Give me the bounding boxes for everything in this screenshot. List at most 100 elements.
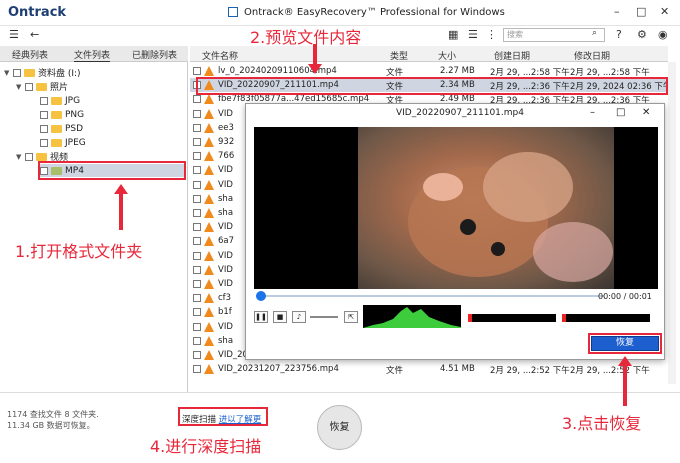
tree-item-jpeg[interactable]: JPEG bbox=[40, 136, 86, 149]
row-checkbox[interactable] bbox=[193, 308, 201, 317]
list-view-icon[interactable]: ☰ bbox=[468, 28, 478, 41]
detail-view-icon[interactable]: ⋮ bbox=[486, 28, 497, 41]
video-player[interactable] bbox=[254, 127, 658, 289]
row-checkbox[interactable] bbox=[193, 67, 201, 75]
search-input[interactable]: 搜索 bbox=[503, 28, 605, 42]
col-size[interactable]: 大小 bbox=[438, 49, 456, 62]
minimize-icon[interactable]: – bbox=[590, 107, 595, 118]
title-bar: Ontrack Ontrack® EasyRecovery™ Professio… bbox=[0, 0, 680, 26]
row-checkbox[interactable] bbox=[193, 336, 201, 345]
col-type[interactable]: 类型 bbox=[390, 49, 408, 62]
highlight-mp4-folder bbox=[38, 161, 186, 180]
stop-icon[interactable]: ■ bbox=[273, 311, 287, 323]
video-file-icon bbox=[204, 151, 214, 162]
arrowhead-step-3 bbox=[618, 356, 632, 366]
col-created[interactable]: 创建日期 bbox=[494, 49, 530, 62]
help-icon[interactable]: ? bbox=[616, 28, 622, 41]
row-checkbox[interactable] bbox=[193, 138, 201, 146]
tree-item-png[interactable]: PNG bbox=[40, 108, 84, 121]
highlight-deep-scan bbox=[178, 407, 268, 426]
video-file-icon bbox=[204, 350, 214, 360]
row-checkbox[interactable] bbox=[193, 280, 201, 288]
expand-icon[interactable]: ▼ bbox=[4, 69, 13, 77]
expand-icon[interactable]: ▼ bbox=[16, 83, 25, 91]
table-row[interactable]: lv_0_20240209110604.mp4 文件 2.27 MB 2月 29, .… bbox=[190, 64, 668, 78]
checkbox[interactable] bbox=[13, 68, 21, 77]
close-icon[interactable]: ✕ bbox=[660, 5, 669, 18]
annotation-step-2: 2.预览文件内容 bbox=[250, 28, 362, 47]
row-checkbox[interactable] bbox=[193, 322, 201, 331]
audio-spectrum bbox=[363, 305, 461, 328]
video-file-icon bbox=[204, 179, 214, 190]
volume-icon[interactable]: ♪ bbox=[292, 311, 306, 323]
video-file-icon bbox=[204, 335, 214, 346]
checkbox[interactable] bbox=[40, 96, 48, 105]
tree-item-drive[interactable]: ▼ 资料盘 (I:) bbox=[4, 66, 81, 79]
cell-type: 文件 bbox=[386, 366, 404, 377]
close-icon[interactable]: ✕ bbox=[642, 107, 650, 118]
row-checkbox[interactable] bbox=[193, 265, 201, 274]
expand-icon[interactable]: ▼ bbox=[16, 153, 25, 161]
grid-scrollbar[interactable] bbox=[668, 62, 676, 384]
folder-icon bbox=[36, 82, 47, 91]
checkbox[interactable] bbox=[40, 110, 48, 119]
grid-view-icon[interactable]: ▦ bbox=[448, 28, 458, 41]
folder-tree: ▼ 资料盘 (I:) ▼ 照片 JPG PNG PSD JPEG ▼ 视频 MP4 bbox=[0, 62, 188, 392]
tree-item-jpg[interactable]: JPG bbox=[40, 94, 80, 107]
checkbox[interactable] bbox=[25, 82, 33, 91]
col-name[interactable]: 文件名称 bbox=[202, 49, 238, 62]
row-checkbox[interactable] bbox=[193, 351, 201, 359]
cell-name: VID_20231207_223756.mp4 bbox=[218, 364, 339, 375]
annotation-step-4: 4.进行深度扫描 bbox=[150, 437, 262, 456]
checkbox[interactable] bbox=[25, 152, 33, 161]
checkbox[interactable] bbox=[40, 138, 48, 147]
cell-size: 4.51 MB bbox=[440, 364, 475, 375]
row-checkbox[interactable] bbox=[193, 109, 201, 118]
popout-icon[interactable]: ⇱ bbox=[344, 311, 358, 323]
row-checkbox[interactable] bbox=[193, 251, 201, 260]
folder-icon bbox=[51, 96, 62, 105]
video-file-icon bbox=[204, 264, 214, 275]
cell-size: 2.27 MB bbox=[440, 66, 475, 76]
video-file-icon bbox=[204, 222, 214, 233]
restore-button[interactable]: 恢复 bbox=[317, 405, 362, 450]
user-icon[interactable]: ◉ bbox=[658, 28, 668, 41]
maximize-icon[interactable]: □ bbox=[616, 107, 625, 118]
maximize-icon[interactable]: □ bbox=[636, 5, 646, 18]
video-file-icon bbox=[204, 321, 214, 332]
tab-tree-view[interactable]: 经典列表 bbox=[12, 48, 48, 61]
pause-icon[interactable]: ❚❚ bbox=[254, 311, 268, 323]
tab-file-list[interactable]: 文件列表 bbox=[74, 48, 111, 62]
tree-item-psd[interactable]: PSD bbox=[40, 122, 83, 135]
video-file-icon bbox=[204, 193, 214, 204]
tree-item-photos[interactable]: ▼ 照片 bbox=[16, 80, 68, 93]
row-checkbox[interactable] bbox=[193, 209, 201, 217]
table-row[interactable]: VID_20231207_223756.mp4 文件 4.51 MB 2月 29, .… bbox=[190, 362, 668, 376]
video-file-icon bbox=[204, 94, 214, 105]
time-readout: 00:00 / 00:01 bbox=[598, 292, 652, 301]
seek-knob[interactable] bbox=[256, 291, 266, 301]
seek-bar[interactable] bbox=[256, 295, 604, 297]
search-icon[interactable]: ⌕ bbox=[592, 28, 597, 38]
row-checkbox[interactable] bbox=[193, 194, 201, 203]
row-checkbox[interactable] bbox=[193, 294, 201, 303]
menu-icon[interactable]: ☰ bbox=[9, 28, 19, 41]
row-checkbox[interactable] bbox=[193, 166, 201, 175]
row-checkbox[interactable] bbox=[193, 95, 201, 104]
cell-name: lv_0_20240209110604.mp4 bbox=[218, 66, 337, 76]
col-modified[interactable]: 修改日期 bbox=[574, 49, 610, 62]
row-checkbox[interactable] bbox=[193, 180, 201, 189]
back-icon[interactable]: ← bbox=[30, 28, 39, 41]
checkbox[interactable] bbox=[40, 124, 48, 133]
row-checkbox[interactable] bbox=[193, 123, 201, 132]
row-checkbox[interactable] bbox=[193, 223, 201, 232]
minimize-icon[interactable]: – bbox=[614, 5, 620, 18]
row-checkbox[interactable] bbox=[193, 365, 201, 374]
row-checkbox[interactable] bbox=[193, 237, 201, 246]
tab-deleted-list[interactable]: 已删除列表 bbox=[132, 48, 177, 61]
video-file-icon bbox=[204, 108, 214, 119]
settings-icon[interactable]: ⚙ bbox=[637, 28, 647, 41]
row-checkbox[interactable] bbox=[193, 152, 201, 161]
window-title: Ontrack® EasyRecovery™ Professional for … bbox=[244, 7, 505, 18]
volume-slider[interactable] bbox=[310, 316, 338, 318]
